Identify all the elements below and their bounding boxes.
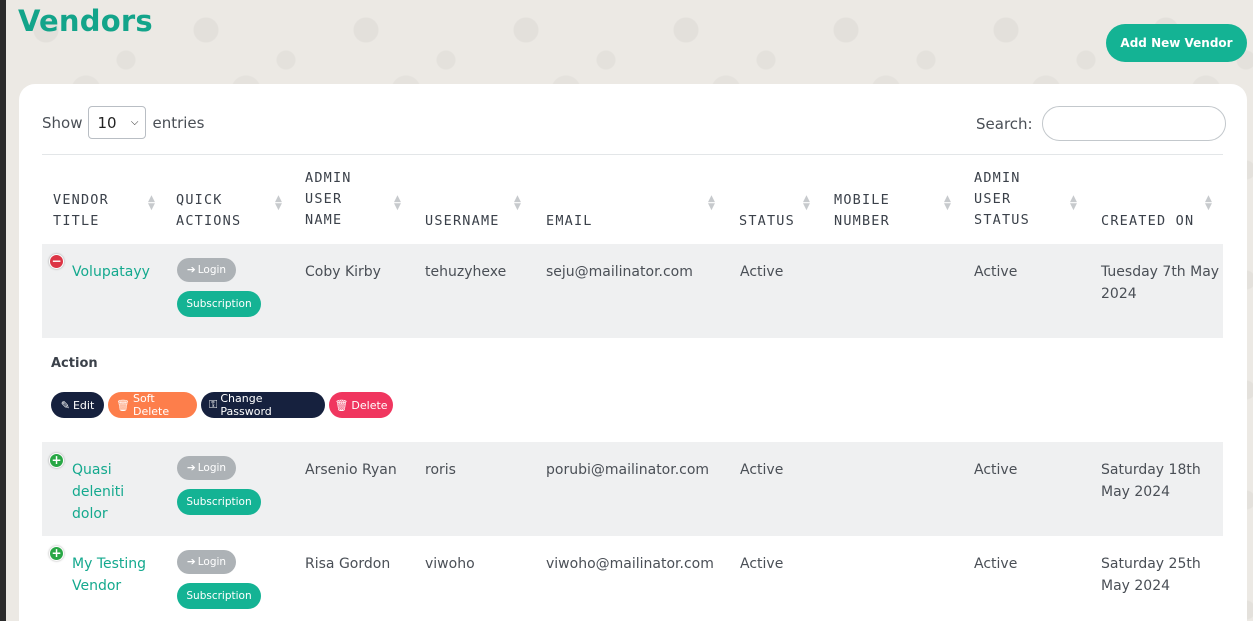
column-header-username[interactable]: USERNAME	[425, 211, 500, 232]
sort-icon: ▲ ▼	[803, 194, 810, 212]
header-top-divider	[42, 154, 1223, 155]
admin-status-cell: Active	[974, 462, 1018, 478]
subscription-button[interactable]: Subscription	[177, 583, 261, 609]
created-on-cell: Saturday 18th May 2024	[1101, 462, 1201, 500]
sort-icon: ▲ ▼	[944, 194, 951, 212]
page-background: Vendors Add New Vendor Show 10 ⌵ entries…	[6, 0, 1253, 621]
email-cell: seju@mailinator.com	[546, 264, 693, 280]
action-label: Action	[51, 356, 98, 371]
sort-icon: ▲ ▼	[514, 194, 521, 212]
show-label: Show	[42, 113, 83, 132]
status-cell: Active	[740, 264, 784, 280]
vendor-title-link[interactable]: Volupatayy	[72, 261, 150, 283]
sort-icon: ▲ ▼	[394, 194, 401, 212]
username-cell: roris	[425, 462, 456, 478]
email-cell: viwoho@mailinator.com	[546, 556, 714, 572]
login-button[interactable]: ➔ Login	[177, 456, 236, 480]
vendor-title-link[interactable]: My Testing Vendor	[72, 553, 146, 597]
admin-user-name-cell: Arsenio Ryan	[305, 462, 397, 478]
username-cell: viwoho	[425, 556, 475, 572]
change-password-button[interactable]: ⚿ Change Password	[201, 392, 325, 418]
status-cell: Active	[740, 462, 784, 478]
login-button[interactable]: ➔ Login	[177, 258, 236, 282]
column-header-quick-actions[interactable]: QUICK ACTIONS	[176, 190, 241, 232]
entries-label: entries	[152, 113, 205, 132]
admin-status-cell: Active	[974, 264, 1018, 280]
page-title: Vendors	[18, 4, 153, 38]
vendor-title-link[interactable]: Quasi deleniti dolor	[72, 459, 124, 525]
edit-icon: ✎	[60, 398, 70, 412]
admin-status-cell: Active	[974, 556, 1018, 572]
column-header-mobile-number[interactable]: MOBILE NUMBER	[834, 190, 890, 232]
chevron-down-icon: ⌵	[130, 117, 139, 128]
login-button[interactable]: ➔ Login	[177, 550, 236, 574]
trash-icon: 🗑	[116, 398, 130, 412]
search-label: Search:	[976, 114, 1033, 133]
trash-icon: 🗑	[334, 398, 349, 412]
created-on-cell: Tuesday 7th May 2024	[1101, 264, 1220, 302]
add-new-vendor-button[interactable]: Add New Vendor	[1106, 24, 1247, 62]
sign-in-icon: ➔	[186, 462, 196, 474]
column-header-vendor-title[interactable]: VENDOR TITLE	[53, 190, 109, 232]
sign-in-icon: ➔	[186, 264, 196, 276]
sort-icon: ▲ ▼	[148, 194, 155, 212]
search-input[interactable]	[1041, 106, 1226, 141]
entries-length-control: Show 10 ⌵ entries	[42, 106, 204, 139]
sort-icon: ▲ ▼	[275, 194, 282, 212]
username-cell: tehuzyhexe	[425, 264, 507, 280]
admin-user-name-cell: Coby Kirby	[305, 264, 381, 280]
sort-icon: ▲ ▼	[1070, 194, 1077, 212]
column-header-email[interactable]: EMAIL	[546, 211, 593, 232]
expand-row-icon[interactable]: +	[49, 453, 64, 468]
sort-icon: ▲ ▼	[1205, 194, 1212, 212]
delete-button[interactable]: 🗑 Delete	[329, 392, 393, 418]
status-cell: Active	[740, 556, 784, 572]
sign-in-icon: ➔	[186, 556, 196, 568]
admin-user-name-cell: Risa Gordon	[305, 556, 391, 572]
column-header-status[interactable]: STATUS	[739, 211, 795, 232]
created-on-cell: Saturday 25th May 2024	[1101, 556, 1201, 594]
soft-delete-button[interactable]: 🗑 Soft Delete	[108, 392, 197, 418]
column-header-admin-user-status[interactable]: ADMIN USER STATUS	[974, 168, 1030, 231]
subscription-button[interactable]: Subscription	[177, 291, 261, 317]
column-header-admin-user-name[interactable]: ADMIN USER NAME	[305, 168, 352, 231]
entries-select-value: 10	[97, 113, 117, 132]
subscription-button[interactable]: Subscription	[177, 489, 261, 515]
vendors-table-card: Show 10 ⌵ entries Search: VENDOR TITLE ▲ ▼…	[19, 84, 1247, 621]
expand-row-icon[interactable]: +	[49, 546, 64, 561]
sort-icon: ▲ ▼	[708, 194, 715, 212]
key-icon: ⚿	[209, 398, 218, 411]
edit-button[interactable]: ✎ Edit	[51, 392, 104, 418]
entries-select[interactable]: 10 ⌵	[88, 106, 147, 139]
email-cell: porubi@mailinator.com	[546, 462, 710, 478]
column-header-created-on[interactable]: CREATED ON	[1101, 211, 1194, 232]
collapse-row-icon[interactable]: −	[49, 254, 64, 269]
search-control: Search:	[976, 106, 1226, 141]
